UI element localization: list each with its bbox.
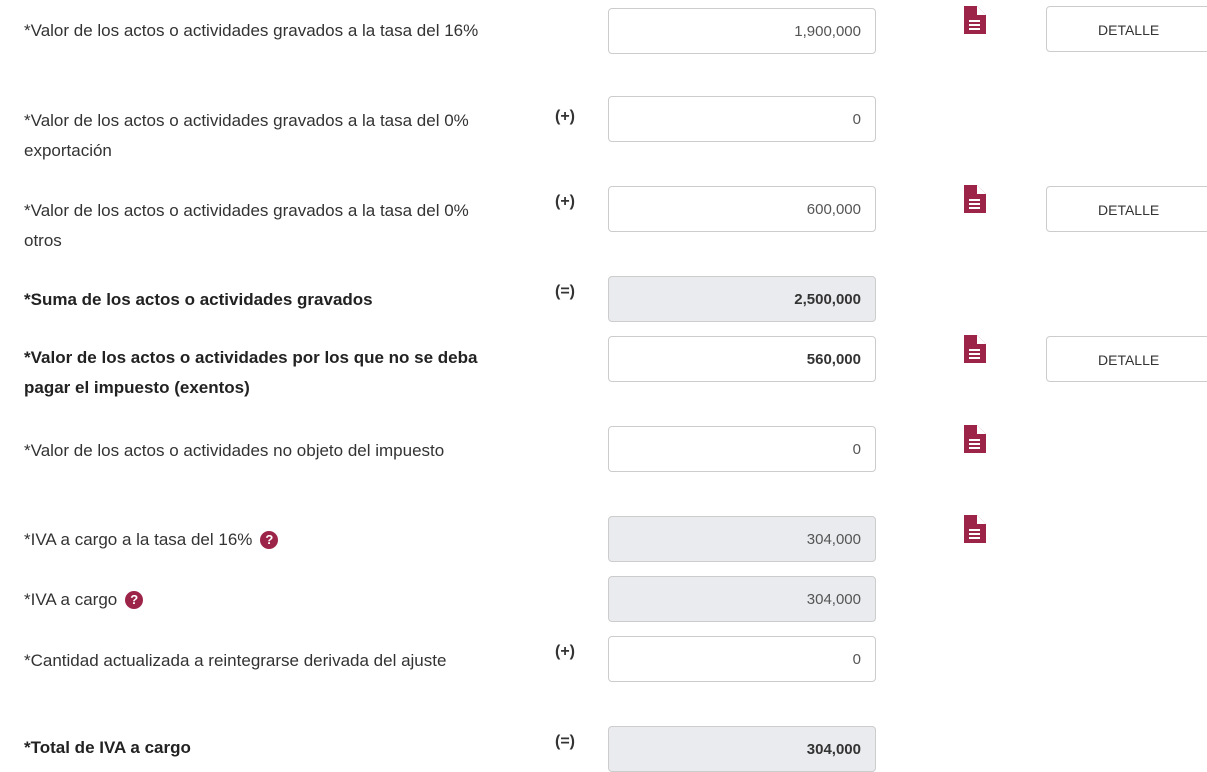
document-icon[interactable] bbox=[964, 6, 986, 34]
operator-plus: (+) bbox=[555, 193, 575, 210]
field-label: *Valor de los actos o actividades gravad… bbox=[24, 201, 469, 250]
operator-equals: (=) bbox=[555, 733, 575, 750]
document-icon[interactable] bbox=[964, 425, 986, 453]
field-label: *Cantidad actualizada a reintegrarse der… bbox=[24, 651, 447, 670]
valor-tasa-16-input[interactable] bbox=[608, 8, 876, 54]
detalle-button[interactable]: DETALLE bbox=[1046, 6, 1207, 52]
field-label-wrap: *IVA a cargo a la tasa del 16%? bbox=[24, 525, 524, 555]
question-circle-icon[interactable]: ? bbox=[260, 531, 279, 549]
field-label: *Valor de los actos o actividades gravad… bbox=[24, 21, 479, 40]
iva-tasa-16-field bbox=[608, 516, 876, 562]
question-circle-icon[interactable]: ? bbox=[125, 591, 144, 609]
field-label: *IVA a cargo bbox=[24, 590, 118, 609]
field-label: *IVA a cargo a la tasa del 16% bbox=[24, 530, 253, 549]
detalle-button[interactable]: DETALLE bbox=[1046, 186, 1207, 232]
field-label: *Valor de los actos o actividades no obj… bbox=[24, 441, 445, 460]
cantidad-reintegrarse-input[interactable] bbox=[608, 636, 876, 682]
document-icon[interactable] bbox=[964, 185, 986, 213]
suma-gravados-field bbox=[608, 276, 876, 322]
field-label: *Valor de los actos o actividades por lo… bbox=[24, 348, 478, 397]
valor-tasa-0-exportacion-input[interactable] bbox=[608, 96, 876, 142]
operator-plus: (+) bbox=[555, 108, 575, 125]
field-label-wrap: *IVA a cargo? bbox=[24, 585, 524, 615]
document-icon[interactable] bbox=[964, 335, 986, 363]
valor-no-objeto-input[interactable] bbox=[608, 426, 876, 472]
iva-cargo-field bbox=[608, 576, 876, 622]
field-label: *Valor de los actos o actividades gravad… bbox=[24, 111, 469, 160]
valor-tasa-0-otros-input[interactable] bbox=[608, 186, 876, 232]
document-icon[interactable] bbox=[964, 515, 986, 543]
field-label: *Total de IVA a cargo bbox=[24, 738, 191, 757]
operator-plus: (+) bbox=[555, 643, 575, 660]
valor-exentos-input[interactable] bbox=[608, 336, 876, 382]
total-iva-field bbox=[608, 726, 876, 772]
detalle-button[interactable]: DETALLE bbox=[1046, 336, 1207, 382]
field-label: *Suma de los actos o actividades gravado… bbox=[24, 290, 373, 309]
operator-equals: (=) bbox=[555, 283, 575, 300]
